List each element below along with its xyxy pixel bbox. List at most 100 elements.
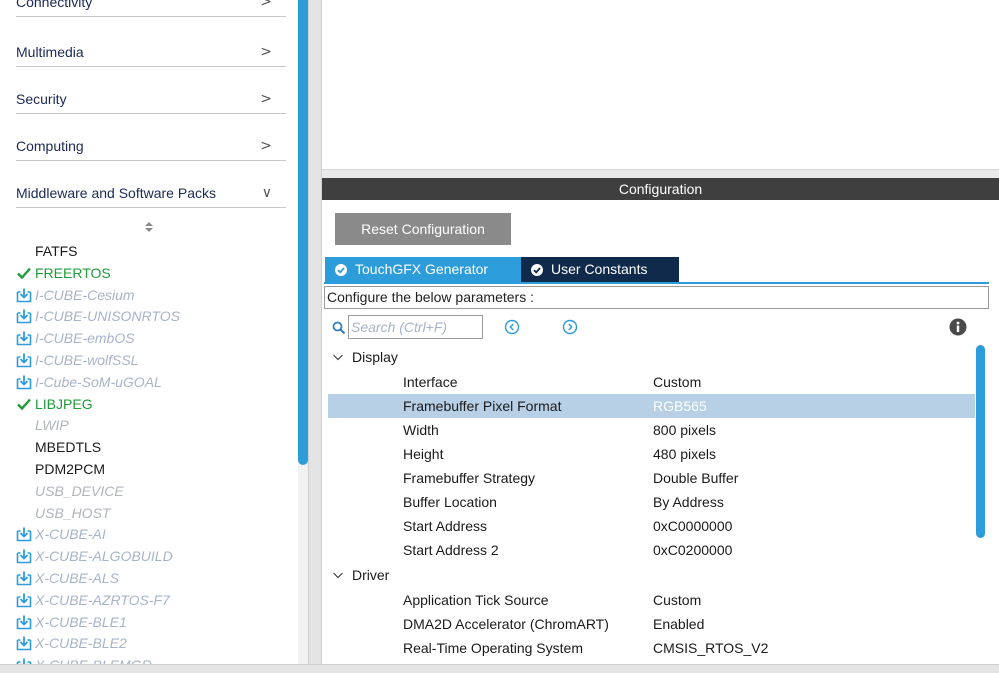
param-row-start-address[interactable]: Start Address 0xC0000000	[328, 514, 975, 538]
pack-label: LWIP	[35, 417, 69, 434]
pack-label: X-CUBE-BLE1	[35, 613, 127, 630]
param-value: 800 pixels	[653, 422, 717, 438]
group-label: Driver	[352, 567, 390, 583]
pack-item[interactable]: FREERTOS	[16, 262, 111, 284]
param-name: Height	[403, 446, 444, 462]
param-row-buffer-location[interactable]: Buffer Location By Address	[328, 490, 975, 514]
param-value: RGB565	[653, 398, 707, 414]
category-label: Multimedia	[16, 44, 84, 60]
param-row-rtos[interactable]: Real-Time Operating System CMSIS_RTOS_V2	[328, 636, 975, 660]
instruction-text: Configure the below parameters :	[324, 286, 989, 309]
pack-item[interactable]: USB_HOST	[16, 502, 110, 524]
group-label: Display	[352, 349, 398, 365]
group-display[interactable]: Display	[328, 345, 398, 369]
pack-label: I-CUBE-wolfSSL	[35, 352, 139, 368]
pack-label: MBEDTLS	[35, 439, 102, 456]
param-name: Width	[403, 422, 439, 438]
pack-label: X-CUBE-AZRTOS-F7	[35, 591, 170, 608]
parameters-scrollbar-thumb[interactable]	[976, 345, 985, 538]
pack-item[interactable]: PDM2PCM	[16, 458, 105, 480]
tab-label: TouchGFX Generator	[355, 261, 489, 277]
next-circle-icon[interactable]	[562, 319, 578, 335]
param-row-application-tick-source[interactable]: Application Tick Source Custom	[328, 588, 975, 612]
param-value: 0xC0000000	[653, 518, 733, 534]
chevron-down-icon: ∨	[261, 185, 272, 201]
param-row-height[interactable]: Height 480 pixels	[328, 442, 975, 466]
pack-item[interactable]: I-CUBE-wolfSSL	[16, 349, 138, 371]
download-box-icon	[16, 353, 32, 368]
sidebar-panel: Connectivity > Multimedia > Security > C…	[0, 0, 322, 673]
pack-item[interactable]: X-CUBE-AI	[16, 523, 106, 545]
pack-label: LIBJPEG	[35, 395, 93, 412]
param-row-dma2d-accelerator[interactable]: DMA2D Accelerator (ChromART) Enabled	[328, 612, 975, 636]
pack-item[interactable]: I-Cube-SoM-uGOAL	[16, 371, 162, 393]
pack-item[interactable]: LIBJPEG	[16, 393, 93, 415]
pack-item[interactable]: X-CUBE-ALGOBUILD	[16, 545, 173, 567]
pack-label: I-CUBE-embOS	[35, 330, 135, 347]
pack-item[interactable]: I-CUBE-UNISONRTOS	[16, 305, 180, 327]
pack-item[interactable]: X-CUBE-AZRTOS-F7	[16, 589, 170, 611]
pack-label: X-CUBE-BLE2	[35, 635, 127, 652]
reset-configuration-button[interactable]: Reset Configuration	[335, 213, 511, 245]
sort-arrows-icon[interactable]	[143, 219, 155, 235]
category-computing[interactable]: Computing >	[16, 114, 286, 161]
configuration-header: Configuration	[322, 178, 999, 200]
tab-user-constants[interactable]: User Constants	[521, 257, 679, 282]
pack-item[interactable]: USB_DEVICE	[16, 480, 124, 502]
group-driver[interactable]: Driver	[328, 563, 389, 587]
param-row-interface[interactable]: Interface Custom	[328, 370, 975, 394]
check-icon	[17, 398, 31, 410]
category-middleware[interactable]: Middleware and Software Packs ∨	[16, 161, 286, 208]
param-row-start-address-2[interactable]: Start Address 2 0xC0200000	[328, 538, 975, 562]
param-name: Application Tick Source	[403, 592, 549, 608]
pack-item[interactable]: X-CUBE-BLE1	[16, 611, 127, 633]
pane-splitter[interactable]	[308, 0, 322, 673]
pack-item[interactable]: I-CUBE-embOS	[16, 327, 135, 349]
download-box-icon	[16, 571, 32, 586]
previous-circle-icon[interactable]	[504, 319, 520, 335]
param-name: Start Address 2	[403, 542, 499, 558]
download-box-icon	[16, 309, 32, 324]
pack-label: I-Cube-SoM-uGOAL	[35, 373, 162, 390]
pack-item[interactable]: I-CUBE-Cesium	[16, 284, 135, 306]
category-multimedia[interactable]: Multimedia >	[16, 20, 286, 67]
param-name: Interface	[403, 374, 458, 390]
chevron-right-icon: >	[260, 0, 272, 10]
category-connectivity[interactable]: Connectivity >	[16, 0, 286, 17]
pane-separator	[322, 170, 999, 178]
search-input[interactable]	[348, 315, 483, 339]
pack-label: USB_DEVICE	[35, 482, 124, 499]
param-value: Custom	[653, 592, 702, 608]
param-name: Buffer Location	[403, 494, 497, 510]
chevron-down-icon	[333, 354, 343, 361]
pack-item[interactable]: LWIP	[16, 414, 69, 436]
param-name: DMA2D Accelerator (ChromART)	[403, 616, 609, 632]
pack-item[interactable]: FATFS	[16, 240, 78, 262]
pack-item[interactable]: X-CUBE-BLE2	[16, 632, 127, 654]
param-name: Real-Time Operating System	[403, 640, 583, 656]
param-name: Framebuffer Pixel Format	[403, 398, 562, 414]
param-row-framebuffer-pixel-format[interactable]: Framebuffer Pixel Format RGB565	[328, 394, 975, 418]
info-icon[interactable]	[949, 318, 967, 336]
pack-item[interactable]: X-CUBE-ALS	[16, 567, 119, 589]
sidebar-scrollbar-thumb[interactable]	[298, 0, 308, 465]
tab-underline	[324, 282, 989, 284]
param-name: Framebuffer Strategy	[403, 470, 536, 486]
param-value: 480 pixels	[653, 446, 717, 462]
category-label: Connectivity	[16, 0, 93, 10]
pack-label: X-CUBE-ALS	[35, 570, 120, 586]
category-label: Security	[16, 91, 67, 107]
chevron-right-icon: >	[260, 91, 272, 107]
pack-item[interactable]: MBEDTLS	[16, 436, 101, 458]
check-icon	[17, 267, 31, 280]
pack-label: USB_HOST	[35, 504, 111, 521]
category-label: Middleware and Software Packs	[16, 185, 216, 201]
check-circle-icon	[531, 263, 543, 276]
param-row-width[interactable]: Width 800 pixels	[328, 418, 975, 442]
tab-label: User Constants	[551, 261, 648, 277]
param-row-framebuffer-strategy[interactable]: Framebuffer Strategy Double Buffer	[328, 466, 975, 490]
tab-touchgfx-generator[interactable]: TouchGFX Generator	[325, 257, 521, 282]
download-box-icon	[16, 615, 32, 629]
pack-label: FREERTOS	[35, 264, 111, 281]
category-security[interactable]: Security >	[16, 67, 286, 114]
